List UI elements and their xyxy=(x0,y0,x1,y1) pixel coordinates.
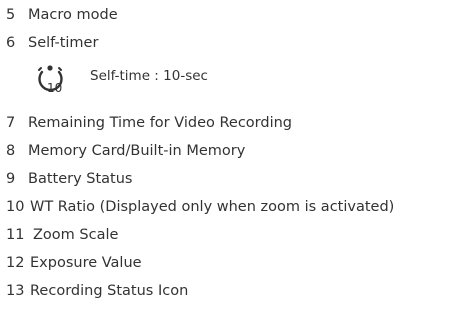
list-item: 5 Macro mode xyxy=(6,5,118,25)
list-item: 9 Battery Status xyxy=(6,169,132,189)
item-number: 12 xyxy=(6,255,25,271)
list-item: 7 Remaining Time for Video Recording xyxy=(6,113,292,133)
item-label: Battery Status xyxy=(28,171,133,187)
item-label: Exposure Value xyxy=(30,255,142,271)
list-item: 11 Zoom Scale xyxy=(6,225,118,245)
item-label: Zoom Scale xyxy=(33,227,119,243)
list-item: 13 Recording Status Icon xyxy=(6,281,188,301)
self-timer-10sec-icon: 10 xyxy=(38,65,63,95)
item-number: 13 xyxy=(6,283,25,299)
item-number: 7 xyxy=(6,115,16,131)
item-number: 5 xyxy=(6,7,16,23)
item-label: Remaining Time for Video Recording xyxy=(28,115,293,131)
item-label: WT Ratio (Displayed only when zoom is ac… xyxy=(30,199,395,215)
item-number: 8 xyxy=(6,143,16,159)
item-number: 11 xyxy=(6,227,25,243)
item-label: Recording Status Icon xyxy=(30,283,189,299)
item-number: 9 xyxy=(6,171,16,187)
item-number: 6 xyxy=(6,35,16,51)
self-timer-icon-number: 10 xyxy=(47,81,62,95)
item-label: Memory Card/Built-in Memory xyxy=(28,143,246,159)
list-item: 10 WT Ratio (Displayed only when zoom is … xyxy=(6,197,394,217)
list-item: 6 Self-timer xyxy=(6,33,98,53)
item-label: Self-timer xyxy=(28,35,99,51)
self-timer-sub-label: Self-time : 10-sec xyxy=(90,68,208,84)
item-label: Macro mode xyxy=(28,7,118,23)
list-item: 8 Memory Card/Built-in Memory xyxy=(6,141,245,161)
list-item: 12 Exposure Value xyxy=(6,253,142,273)
item-number: 10 xyxy=(6,199,25,215)
